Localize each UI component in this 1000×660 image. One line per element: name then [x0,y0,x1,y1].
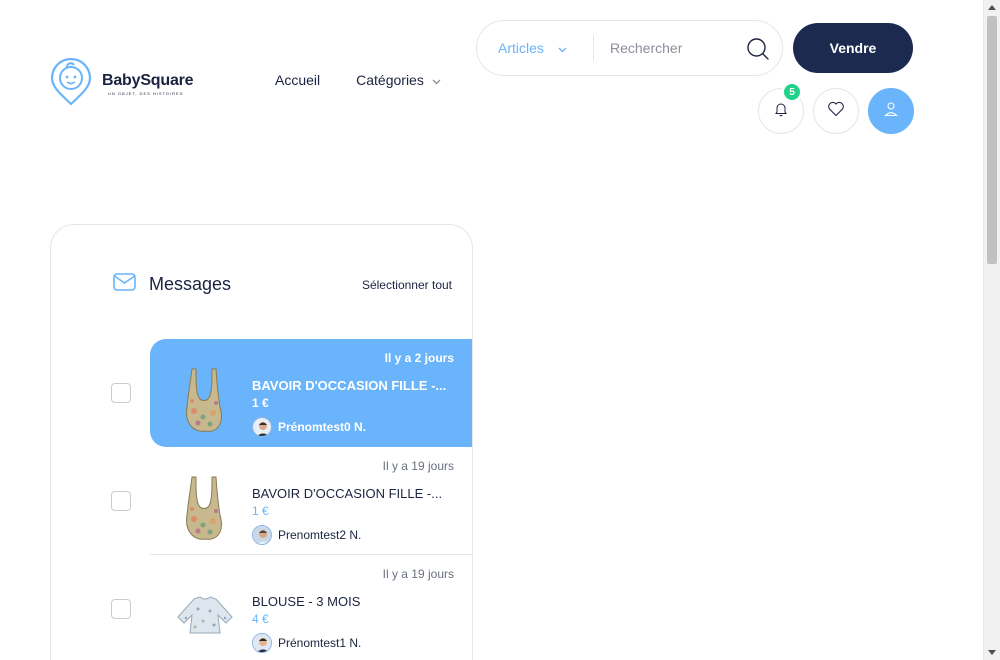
bib-thumbnail [170,365,240,435]
scrollbar-thumb[interactable] [987,16,997,264]
seller-name: Prénomtest1 N. [278,636,362,650]
message-checkbox[interactable] [111,383,131,403]
avatar [252,633,272,653]
bell-icon [773,101,789,122]
heart-icon [827,101,845,122]
chevron-down-icon [432,72,441,88]
message-row: Il y a 2 jours BAVOIR D'OCCASION FILLE -… [51,339,472,447]
search-category-select[interactable]: Articles [477,40,593,56]
envelope-icon [113,273,136,296]
message-card[interactable]: Il y a 2 jours BAVOIR D'OCCASION FILLE -… [150,339,472,447]
search-category-label: Articles [498,40,544,56]
scroll-up-arrow-icon[interactable] [988,5,996,10]
nav-item-categories[interactable]: Catégories [356,72,441,88]
message-seller: Prenomtest2 N. [252,525,361,545]
user-icon [883,101,899,122]
message-item-price: 1 € [252,396,269,410]
nav-label: Catégories [356,72,424,88]
message-row: Il y a 19 jours BAVOIR D'OCCASION FILLE … [51,447,472,555]
message-date: Il y a 19 jours [382,459,454,473]
message-seller: Prénomtest0 N. [252,417,366,437]
account-button[interactable] [868,88,914,134]
page-scrollbar[interactable] [983,0,1000,660]
search-divider [593,35,594,61]
search-icon[interactable] [746,37,770,66]
nav-label: Accueil [275,72,321,88]
message-row: Il y a 19 jours BLOUSE - 3 MOIS 4 € Prén… [51,555,472,660]
message-checkbox[interactable] [111,599,131,619]
baby-face-logo-icon [50,57,92,111]
message-item-title: BAVOIR D'OCCASION FILLE -... [252,378,447,393]
message-card[interactable]: Il y a 19 jours BAVOIR D'OCCASION FILLE … [150,447,472,555]
favorites-button[interactable] [813,88,859,134]
search-input[interactable] [610,40,750,56]
messages-title: Messages [149,274,232,294]
message-item-title: BLOUSE - 3 MOIS [252,594,361,609]
message-item-price: 4 € [252,612,269,626]
select-all-button[interactable]: Sélectionner tout [362,278,452,292]
avatar [252,417,272,437]
notification-count-badge: 5 [782,82,802,102]
brand-logo[interactable]: BabySquare UN OBJET, DES HISTOIRES [50,57,200,111]
scroll-down-arrow-icon[interactable] [988,650,996,655]
brand-tagline: UN OBJET, DES HISTOIRES [108,91,184,96]
seller-name: Prénomtest0 N. [278,420,367,434]
message-seller: Prénomtest1 N. [252,633,361,653]
message-checkbox[interactable] [111,491,131,511]
nav-item-accueil[interactable]: Accueil [275,72,320,88]
message-item-title: BAVOIR D'OCCASION FILLE -... [252,486,443,501]
message-date: Il y a 2 jours [384,351,454,365]
bib-thumbnail [170,473,240,543]
messages-panel: Messages Sélectionner tout Il y a 2 jour… [50,224,473,660]
search-bar: Articles [476,20,783,76]
main-nav: Accueil Catégories [275,72,441,88]
messages-header: Messages [113,273,231,296]
blouse-thumbnail [170,581,240,651]
message-item-price: 1 € [252,504,269,518]
avatar [252,525,272,545]
chevron-down-icon [558,40,567,56]
brand-name: BabySquare [102,72,194,89]
sell-button[interactable]: Vendre [793,23,913,73]
message-card[interactable]: Il y a 19 jours BLOUSE - 3 MOIS 4 € Prén… [150,555,472,660]
seller-name: Prenomtest2 N. [278,528,362,542]
message-date: Il y a 19 jours [382,567,454,581]
